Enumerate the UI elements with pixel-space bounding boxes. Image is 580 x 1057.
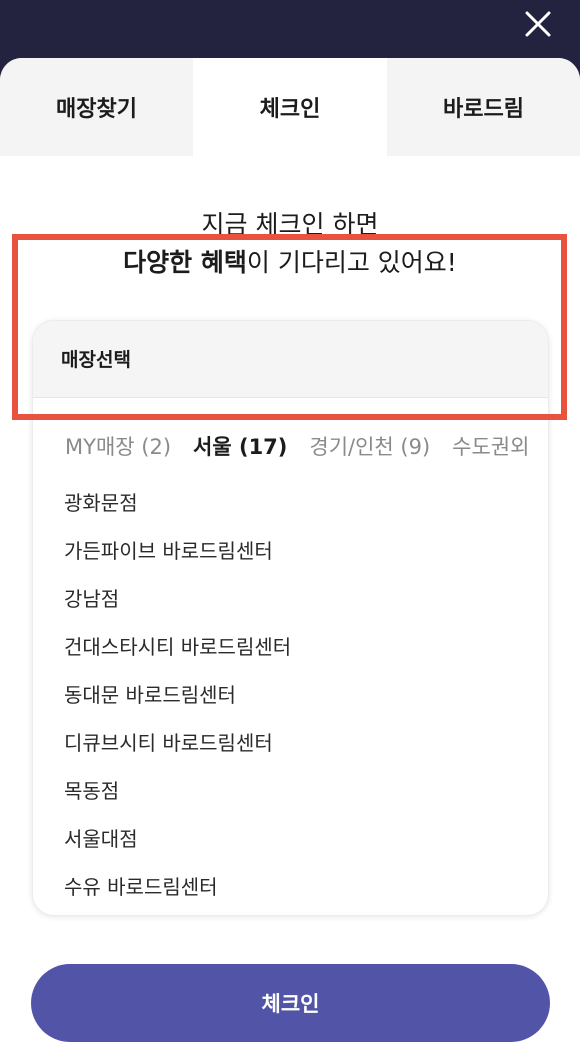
bottom-sheet: 매장찾기 체크인 바로드림 지금 체크인 하면 다양한 혜택이 기다리고 있어요…	[0, 58, 580, 1057]
card-header: 매장선택	[33, 321, 548, 398]
tab-bar: 매장찾기 체크인 바로드림	[0, 58, 580, 156]
region-tab-outside[interactable]: 수도권외	[452, 431, 529, 461]
close-button[interactable]	[522, 8, 554, 40]
region-tab-seoul[interactable]: 서울 (17)	[193, 431, 287, 461]
card-title: 매장선택	[61, 349, 131, 371]
close-icon	[525, 11, 551, 37]
store-list: 광화문점 가든파이브 바로드림센터 강남점 건대스타시티 바로드림센터 동대문 …	[64, 479, 504, 911]
list-item[interactable]: 목동점	[64, 767, 504, 815]
headline-line2: 다양한 혜택이 기다리고 있어요!	[0, 244, 580, 282]
region-tab-my[interactable]: MY매장 (2)	[65, 431, 171, 461]
tab-store-finder[interactable]: 매장찾기	[0, 58, 193, 156]
headline: 지금 체크인 하면 다양한 혜택이 기다리고 있어요!	[0, 206, 580, 282]
tab-checkin[interactable]: 체크인	[193, 58, 387, 156]
headline-rest: 이 기다리고 있어요!	[246, 248, 457, 277]
store-select-card: 매장선택 MY매장 (2) 서울 (17) 경기/인천 (9) 수도권외 광화문점 가…	[32, 320, 549, 916]
list-item[interactable]: 디큐브시티 바로드림센터	[64, 719, 504, 767]
headline-line1: 지금 체크인 하면	[201, 210, 379, 239]
tab-barodream[interactable]: 바로드림	[387, 58, 580, 156]
checkin-button[interactable]: 체크인	[31, 964, 550, 1042]
list-item[interactable]: 강남점	[64, 575, 504, 623]
headline-bold: 다양한 혜택	[123, 248, 247, 277]
list-item[interactable]: 서울대점	[64, 815, 504, 863]
region-tab-gyeonggi[interactable]: 경기/인천 (9)	[309, 431, 430, 461]
list-item[interactable]: 광화문점	[64, 479, 504, 527]
list-item[interactable]: 건대스타시티 바로드림센터	[64, 623, 504, 671]
list-item[interactable]: 수유 바로드림센터	[64, 863, 504, 911]
top-bar	[0, 0, 580, 60]
region-tabs: MY매장 (2) 서울 (17) 경기/인천 (9) 수도권외	[65, 431, 548, 465]
list-item[interactable]: 동대문 바로드림센터	[64, 671, 504, 719]
list-item[interactable]: 가든파이브 바로드림센터	[64, 527, 504, 575]
